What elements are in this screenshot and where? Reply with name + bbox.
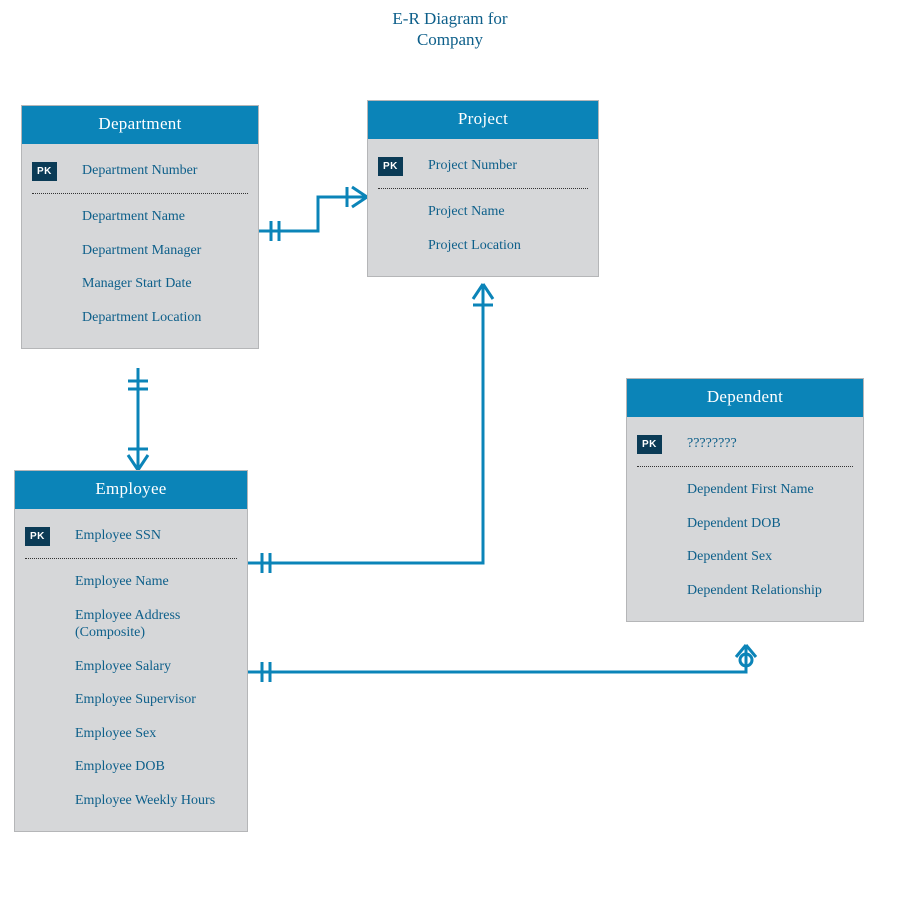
attr-dependent-pk: ???????? <box>687 435 853 453</box>
entity-header-employee: Employee <box>15 471 247 509</box>
entity-dependent: Dependent PK ???????? Dependent First Na… <box>626 378 864 622</box>
attr-employee-6: Employee Weekly Hours <box>75 792 237 810</box>
pk-divider <box>32 193 248 194</box>
attr-department-0: Department Name <box>82 208 248 226</box>
attr-row: Dependent DOB <box>627 507 863 541</box>
attr-row: Employee Weekly Hours <box>15 784 247 818</box>
attr-row-pk: PK Department Number <box>22 154 258 189</box>
attr-project-0: Project Name <box>428 203 588 221</box>
attr-row: Employee Salary <box>15 650 247 684</box>
attr-employee-2: Employee Salary <box>75 658 237 676</box>
attr-dependent-3: Dependent Relationship <box>687 582 853 600</box>
attr-department-2: Manager Start Date <box>82 275 248 293</box>
attr-row: Dependent Relationship <box>627 574 863 608</box>
attr-employee-1: Employee Address (Composite) <box>75 607 237 642</box>
pk-divider <box>25 558 237 559</box>
pk-badge: PK <box>378 157 403 176</box>
attr-row: Manager Start Date <box>22 267 258 301</box>
attr-row-pk: PK Employee SSN <box>15 519 247 554</box>
attr-dependent-1: Dependent DOB <box>687 515 853 533</box>
attr-row: Department Manager <box>22 234 258 268</box>
attr-row-pk: PK Project Number <box>368 149 598 184</box>
entity-header-project: Project <box>368 101 598 139</box>
attr-employee-0: Employee Name <box>75 573 237 591</box>
attr-row: Employee DOB <box>15 750 247 784</box>
entity-employee: Employee PK Employee SSN Employee Name E… <box>14 470 248 832</box>
pk-badge: PK <box>32 162 57 181</box>
attr-department-1: Department Manager <box>82 242 248 260</box>
attr-employee-4: Employee Sex <box>75 725 237 743</box>
attr-row-pk: PK ???????? <box>627 427 863 462</box>
pk-divider <box>378 188 588 189</box>
attr-department-pk: Department Number <box>82 162 248 180</box>
entity-header-department: Department <box>22 106 258 144</box>
attr-employee-5: Employee DOB <box>75 758 237 776</box>
pk-badge: PK <box>25 527 50 546</box>
attr-project-1: Project Location <box>428 237 588 255</box>
pk-badge: PK <box>637 435 662 454</box>
attr-row: Project Location <box>368 229 598 263</box>
attr-row: Department Name <box>22 200 258 234</box>
title-line-1: E-R Diagram for <box>392 9 507 28</box>
attr-employee-pk: Employee SSN <box>75 527 237 545</box>
entity-header-dependent: Dependent <box>627 379 863 417</box>
entity-project: Project PK Project Number Project Name P… <box>367 100 599 277</box>
attr-row: Employee Address (Composite) <box>15 599 247 650</box>
title-line-2: Company <box>417 30 483 49</box>
rel-department-project <box>259 187 367 241</box>
attr-row: Employee Supervisor <box>15 683 247 717</box>
attr-row: Dependent Sex <box>627 540 863 574</box>
rel-employee-dependent <box>248 645 756 682</box>
attr-row: Employee Sex <box>15 717 247 751</box>
rel-employee-project <box>248 284 493 573</box>
attr-row: Department Location <box>22 301 258 335</box>
attr-dependent-2: Dependent Sex <box>687 548 853 566</box>
attr-row: Employee Name <box>15 565 247 599</box>
attr-row: Project Name <box>368 195 598 229</box>
attr-department-3: Department Location <box>82 309 248 327</box>
pk-divider <box>637 466 853 467</box>
attr-row: Dependent First Name <box>627 473 863 507</box>
entity-department: Department PK Department Number Departme… <box>21 105 259 349</box>
attr-project-pk: Project Number <box>428 157 588 175</box>
attr-employee-3: Employee Supervisor <box>75 691 237 709</box>
rel-department-employee <box>128 368 148 470</box>
diagram-title: E-R Diagram for Company <box>0 8 900 51</box>
attr-dependent-0: Dependent First Name <box>687 481 853 499</box>
